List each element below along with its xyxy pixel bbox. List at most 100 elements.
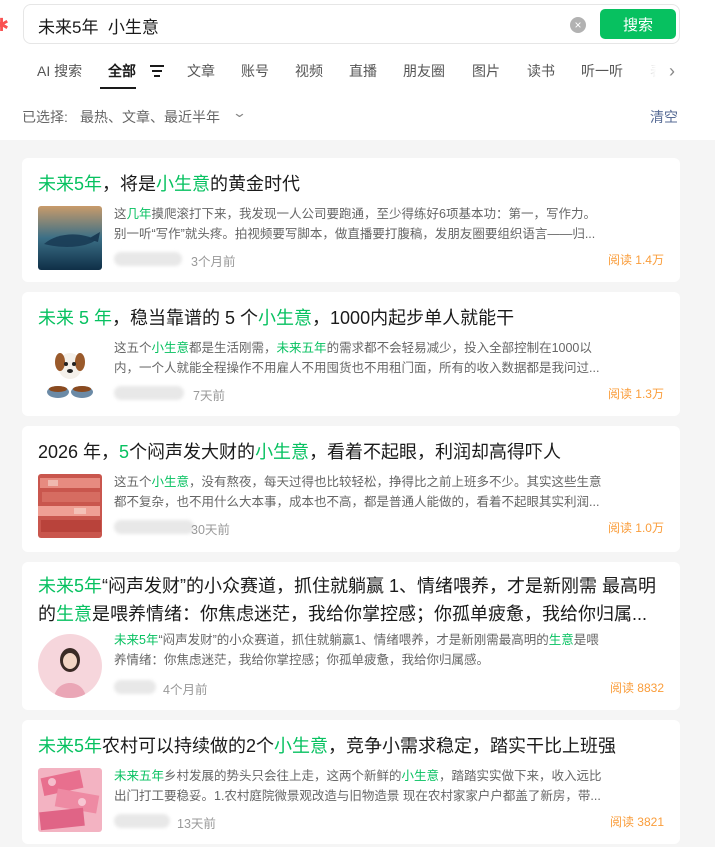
text-segment: 这: [114, 207, 127, 221]
highlighted-keyword: 生意: [548, 633, 574, 647]
read-count: 阅读 1.0万: [607, 521, 664, 535]
tab-moments[interactable]: 朋友圈: [403, 60, 445, 82]
account-name-blurred: [114, 680, 156, 694]
text-segment: ，1000内起步单人就能干: [312, 308, 515, 328]
highlighted-keyword: 几年: [126, 207, 152, 221]
tab-listen[interactable]: 听一听: [581, 60, 623, 82]
highlighted-keyword: 未来5年: [38, 576, 103, 596]
thumbnail-money: [38, 474, 102, 538]
top-bar: ✱ × 搜索 AI 搜索 全部 文章 账号 视频 直播 朋友圈 图片 读书 听一…: [0, 0, 715, 140]
text-segment: 内，一个人就能全程操作不用雇人不用囤货也不用租门面，所有的收入数据都是我问过..…: [114, 361, 600, 375]
text-segment: 农村可以持续做的2个: [102, 736, 275, 756]
text-segment: 是喂养情绪：你焦虑迷茫，我给你掌控感；你孤单疲惫，我给你归属...: [92, 604, 647, 624]
text-segment: ，竞争小需求稳定，踏实干比上班强: [328, 736, 617, 756]
text-segment: “闷声发财”的小众赛道，抓住就躺赢1、情绪喂养，才是新刚需最高明的: [158, 633, 549, 647]
read-count: 阅读 1.4万: [607, 253, 664, 267]
highlighted-keyword: 未来五年: [276, 341, 327, 355]
tab-ai-search[interactable]: AI 搜索: [37, 60, 82, 82]
search-input[interactable]: [38, 13, 558, 37]
text-segment: ，没有熬夜，每天过得也比较轻松，挣得比之前上班多不少。其实这些生意: [189, 475, 602, 489]
text-segment: ，看着不起眼，利润却高得吓人: [309, 442, 562, 462]
text-segment: 是喂: [573, 633, 599, 647]
tab-articles[interactable]: 文章: [187, 60, 215, 82]
filter-prefix: 已选择:: [22, 109, 68, 125]
text-segment: 摸爬滚打下来，我发现一人公司要跑通，至少得练好6项基本功：第一，写作力。: [151, 207, 596, 221]
highlighted-keyword: 未来五年: [114, 769, 165, 783]
filter-bar: 已选择: 最热、文章、最近半年 ⌄ 清空: [0, 96, 715, 136]
publish-time: 4个月前: [163, 683, 208, 697]
filter-icon[interactable]: [150, 65, 164, 77]
tab-accounts[interactable]: 账号: [241, 60, 269, 82]
text-segment: 别一听“写作”就头疼。拍视频要写脚本，做直播要打腹稿，发朋友圈要组织语言——归.…: [114, 227, 596, 241]
text-segment: 的需求都不会轻易减少，投入全部控制在1000以: [326, 341, 592, 355]
text-segment: 都不复杂，也不用什么大本事，成本也不高，都是普通人能做的，看着不起眼其实利润..…: [114, 495, 600, 509]
text-segment: ，稳当靠谱的 5 个: [112, 308, 259, 328]
highlighted-keyword: 小生意: [258, 308, 313, 328]
tab-live[interactable]: 直播: [349, 60, 377, 82]
text-segment: 的黄金时代: [210, 174, 301, 194]
highlighted-keyword: 小生意: [156, 174, 211, 194]
publish-time: 13天前: [177, 817, 216, 831]
chevron-right-icon[interactable]: ›: [669, 60, 675, 82]
result-snippet: 未来五年乡村发展的势头只会往上走，这两个新鲜的小生意，踏踏实实做下来，收入远比 …: [114, 766, 664, 806]
read-count: 阅读 3821: [609, 815, 664, 829]
result-card[interactable]: 未来5年，将是小生意的黄金时代 这几年摸爬滚打下来，我发现一人公司要跑通，至少得…: [22, 158, 680, 282]
publish-time: 3个月前: [191, 255, 236, 269]
tab-all[interactable]: 全部: [108, 60, 136, 82]
chevron-down-icon[interactable]: ⌄: [232, 105, 247, 121]
tab-images[interactable]: 图片: [472, 60, 500, 82]
result-title[interactable]: 未来5年，将是小生意的黄金时代: [38, 170, 666, 198]
highlighted-keyword: 未来5年: [38, 174, 103, 194]
thumbnail-banknotes: [38, 768, 102, 832]
result-card[interactable]: 未来5年农村可以持续做的2个小生意，竞争小需求稳定，踏实干比上班强 未来五年乡村…: [22, 720, 680, 844]
filter-values[interactable]: 最热、文章、最近半年: [80, 107, 220, 127]
highlighted-keyword: 5: [119, 442, 130, 462]
result-title[interactable]: 未来5年“闷声发财”的小众赛道，抓住就躺赢 1、情绪喂养，才是新刚需 最高明 的…: [38, 572, 666, 628]
tab-books[interactable]: 读书: [527, 60, 555, 82]
highlighted-keyword: 小生意: [255, 442, 310, 462]
result-snippet: 这五个小生意都是生活刚需，未来五年的需求都不会轻易减少，投入全部控制在1000以…: [114, 338, 664, 378]
text-segment: 的: [38, 604, 56, 624]
highlighted-keyword: 小生意: [151, 341, 190, 355]
result-title[interactable]: 未来5年农村可以持续做的2个小生意，竞争小需求稳定，踏实干比上班强: [38, 732, 666, 760]
search-box: × 搜索: [23, 4, 680, 44]
result-card[interactable]: 未来 5 年，稳当靠谱的 5 个小生意，1000内起步单人就能干 这五个小生意都…: [22, 292, 680, 416]
result-card[interactable]: 2026 年，5个闷声发大财的小生意，看着不起眼，利润却高得吓人 这五个小生意，…: [22, 426, 680, 552]
tabs-fade: [628, 56, 668, 86]
account-name-blurred: [114, 386, 184, 400]
publish-time: 30天前: [191, 523, 230, 537]
clear-button[interactable]: 清空: [650, 107, 678, 127]
text-segment: 养情绪：你焦虑迷茫，我给你掌控感；你孤单疲惫，我给你归属感。: [114, 653, 490, 667]
text-segment: 2026 年，: [38, 442, 120, 462]
active-tab-indicator: [100, 87, 136, 89]
publish-time: 7天前: [193, 389, 225, 403]
highlighted-keyword: 小生意: [401, 769, 440, 783]
read-count: 阅读 8832: [609, 681, 664, 695]
highlighted-keyword: 未来 5 年: [38, 308, 113, 328]
category-tabs: AI 搜索 全部 文章 账号 视频 直播 朋友圈 图片 读书 听一听 表: [37, 60, 697, 89]
highlighted-keyword: 未来5年: [38, 736, 103, 756]
search-button[interactable]: 搜索: [600, 9, 676, 39]
account-name-blurred: [114, 252, 182, 266]
result-title[interactable]: 2026 年，5个闷声发大财的小生意，看着不起眼，利润却高得吓人: [38, 438, 666, 466]
account-name-blurred: [114, 520, 194, 534]
text-segment: 出门打工要稳妥。1.农村庭院微景观改造与旧物造景 现在农村家家户户都盖了新房，带…: [114, 789, 601, 803]
clear-input-icon[interactable]: ×: [570, 17, 586, 33]
result-card[interactable]: 未来5年“闷声发财”的小众赛道，抓住就躺赢 1、情绪喂养，才是新刚需 最高明 的…: [22, 562, 680, 710]
text-segment: ，踏踏实实做下来，收入远比: [439, 769, 602, 783]
result-title[interactable]: 未来 5 年，稳当靠谱的 5 个小生意，1000内起步单人就能干: [38, 304, 666, 332]
result-snippet: 这几年摸爬滚打下来，我发现一人公司要跑通，至少得练好6项基本功：第一，写作力。 …: [114, 204, 664, 244]
highlighted-keyword: 小生意: [274, 736, 329, 756]
text-segment: 这五个: [114, 341, 152, 355]
text-segment: 乡村发展的势头只会往上走，这两个新鲜的: [164, 769, 402, 783]
read-count: 阅读 1.3万: [607, 387, 664, 401]
highlighted-keyword: 未来5年: [114, 633, 159, 647]
tab-videos[interactable]: 视频: [295, 60, 323, 82]
thumbnail-whale: [38, 206, 102, 270]
text-segment: 都是生活刚需，: [189, 341, 277, 355]
highlighted-keyword: 生意: [56, 604, 92, 624]
thumbnail-dog: [38, 340, 102, 404]
result-snippet: 未来5年“闷声发财”的小众赛道，抓住就躺赢1、情绪喂养，才是新刚需最高明的生意是…: [114, 630, 664, 670]
account-name-blurred: [114, 814, 170, 828]
text-segment: 个闷声发大财的: [129, 442, 256, 462]
